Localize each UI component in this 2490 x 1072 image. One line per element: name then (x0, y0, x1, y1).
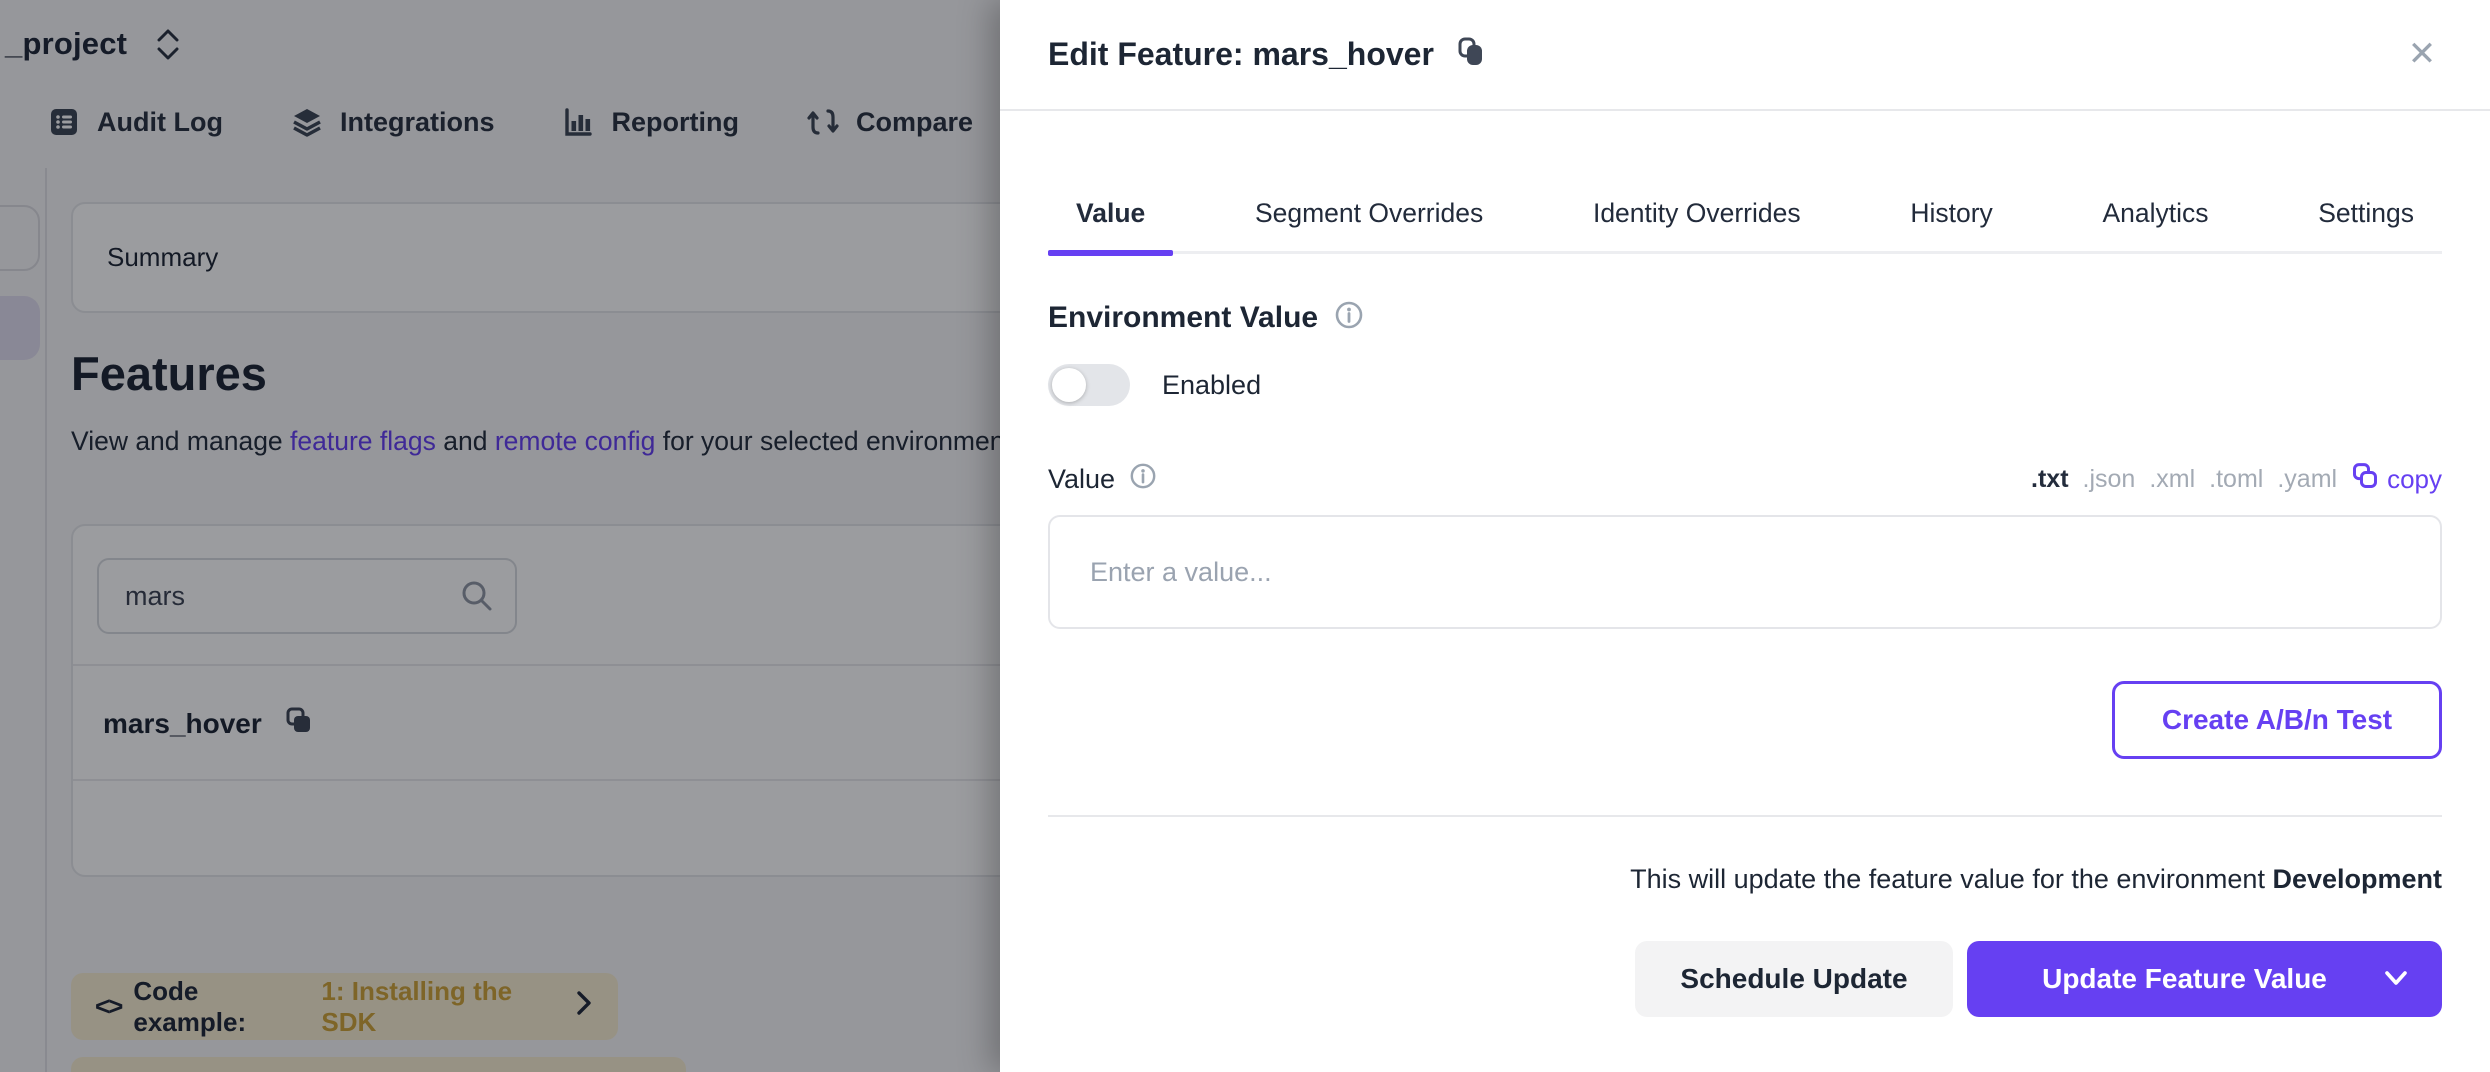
format-yaml[interactable]: .yaml (2277, 465, 2337, 494)
format-switcher: .txt .json .xml .toml .yaml copy (2031, 462, 2442, 497)
environment-name: Development (2272, 864, 2442, 894)
footer-note-text: This will update the feature value for t… (1630, 864, 2272, 894)
tab-history[interactable]: History (1882, 186, 2020, 251)
format-json[interactable]: .json (2083, 465, 2136, 494)
enabled-toggle-row: Enabled (1048, 364, 1261, 406)
info-icon[interactable] (1129, 462, 1157, 497)
copy-icon (2351, 462, 2379, 497)
tab-settings[interactable]: Settings (2290, 186, 2442, 251)
footer-note: This will update the feature value for t… (1630, 864, 2442, 895)
edit-feature-panel: Edit Feature: mars_hover ✕ Value Segment… (1000, 0, 2490, 1072)
tab-value[interactable]: Value (1048, 186, 1173, 251)
info-icon[interactable] (1334, 300, 1364, 335)
copy-icon[interactable] (1456, 36, 1486, 73)
panel-tabs: Value Segment Overrides Identity Overrid… (1048, 186, 2442, 254)
enabled-toggle[interactable] (1048, 364, 1130, 406)
environment-value-heading: Environment Value (1048, 300, 1364, 335)
footer-divider (1048, 815, 2442, 817)
copy-value-button[interactable]: copy (2351, 462, 2442, 497)
panel-title: Edit Feature: mars_hover (1048, 36, 1434, 73)
tab-analytics[interactable]: Analytics (2074, 186, 2236, 251)
panel-header: Edit Feature: mars_hover ✕ (1000, 0, 2490, 111)
heading-text: Environment Value (1048, 301, 1318, 335)
create-abn-test-button[interactable]: Create A/B/n Test (2112, 681, 2442, 759)
format-xml[interactable]: .xml (2149, 465, 2195, 494)
format-txt[interactable]: .txt (2031, 465, 2069, 494)
format-toml[interactable]: .toml (2209, 465, 2263, 494)
toggle-knob (1052, 368, 1086, 402)
tab-segment-overrides[interactable]: Segment Overrides (1227, 186, 1511, 251)
close-icon[interactable]: ✕ (2398, 30, 2446, 78)
value-label-text: Value (1048, 464, 1115, 495)
tab-identity-overrides[interactable]: Identity Overrides (1565, 186, 1829, 251)
footer-actions: Schedule Update Update Feature Value (1635, 941, 2442, 1017)
schedule-update-button[interactable]: Schedule Update (1635, 941, 1953, 1017)
update-feature-value-button[interactable]: Update Feature Value (1967, 941, 2442, 1017)
chevron-down-icon (2382, 969, 2410, 989)
update-button-label: Update Feature Value (2042, 963, 2327, 995)
enabled-label: Enabled (1162, 370, 1261, 401)
copy-label: copy (2387, 464, 2442, 495)
value-input[interactable] (1048, 515, 2442, 629)
value-field-header: Value .txt .json .xml .toml .yaml copy (1048, 462, 2442, 497)
